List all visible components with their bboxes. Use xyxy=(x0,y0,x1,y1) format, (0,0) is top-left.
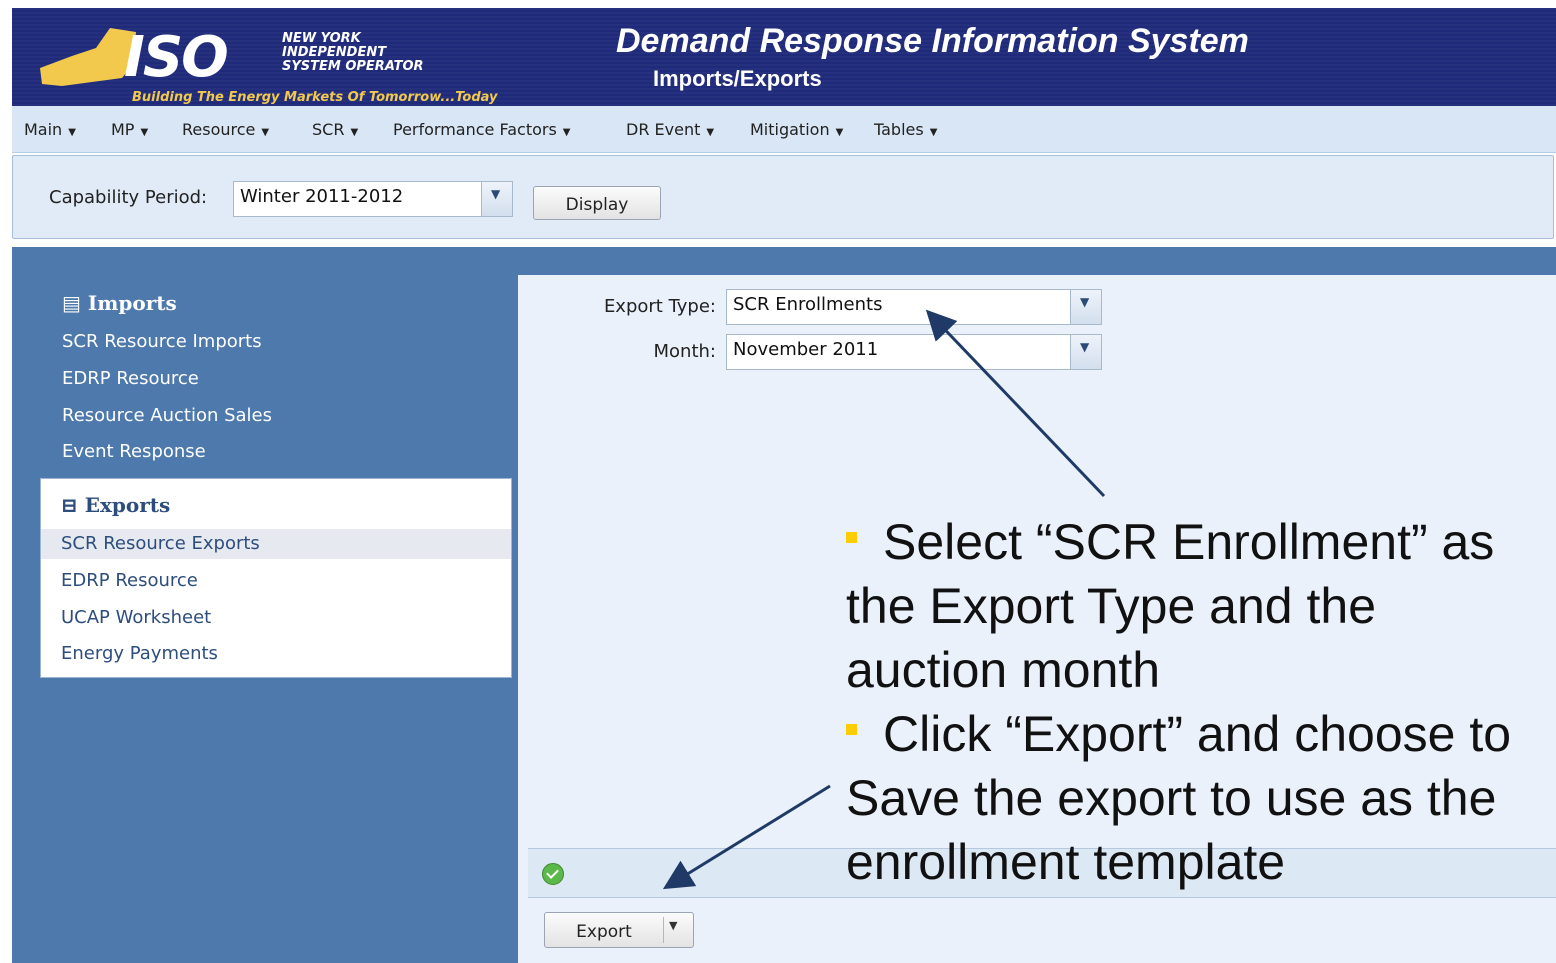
callout-bullet-2: Click “Export” and choose to Save the ex… xyxy=(846,702,1546,894)
main-menu-bar: Main ▼ MP ▼ Resource ▼ SCR ▼ Performance Fac… xyxy=(12,106,1556,153)
bullet-square-icon xyxy=(846,532,857,544)
callout-bullet-1: Select “SCR Enrollment” as the Export Ty… xyxy=(846,510,1546,702)
chevron-down-icon: ▼ xyxy=(140,127,149,138)
menu-scr-label: SCR xyxy=(312,120,345,139)
menu-mp-label: MP xyxy=(111,120,135,139)
menu-performance-factors-label: Performance Factors xyxy=(393,120,557,139)
month-label: Month: xyxy=(653,341,716,362)
capability-period-select[interactable]: Winter 2011-2012 ▼ xyxy=(233,181,513,217)
chevron-down-icon: ▼ xyxy=(491,187,501,201)
chevron-down-icon: ▼ xyxy=(706,127,715,138)
export-type-select[interactable]: SCR Enrollments ▼ xyxy=(726,289,1102,325)
menu-dr-event-label: DR Event xyxy=(626,120,701,139)
chevron-down-icon: ▼ xyxy=(350,127,359,138)
menu-main[interactable]: Main ▼ xyxy=(24,120,76,139)
app-header: ISO NEW YORK INDEPENDENT SYSTEM OPERATOR… xyxy=(12,8,1556,106)
month-select[interactable]: November 2011 ▼ xyxy=(726,334,1102,370)
app-title: Demand Response Information System xyxy=(616,22,1249,60)
exports-heading[interactable]: ⊟ Exports xyxy=(61,493,170,517)
bullet-square-icon xyxy=(846,724,857,736)
logo-tagline: Building The Energy Markets Of Tomorrow.… xyxy=(132,90,498,105)
success-check-icon xyxy=(542,863,564,885)
logo-org-line1: NEW YORK xyxy=(282,31,361,46)
nav-item-resource-auction-sales[interactable]: Resource Auction Sales xyxy=(62,405,272,426)
exports-heading-label: Exports xyxy=(84,493,171,517)
nav-item-ucap-worksheet[interactable]: UCAP Worksheet xyxy=(61,607,211,628)
page-title: Imports/Exports xyxy=(653,66,822,91)
imports-heading[interactable]: ▤ Imports xyxy=(62,291,177,315)
imports-heading-label: Imports xyxy=(87,291,177,315)
capability-period-bar: Capability Period: Winter 2011-2012 ▼ Di… xyxy=(12,155,1554,239)
callout-bullet-2-text: Click “Export” and choose to Save the ex… xyxy=(846,706,1512,890)
chevron-down-icon[interactable]: ▼ xyxy=(669,919,677,932)
export-type-label: Export Type: xyxy=(603,296,716,317)
dropdown-button[interactable]: ▼ xyxy=(1070,290,1101,324)
logo-iso-text: ISO xyxy=(124,25,229,90)
menu-mitigation[interactable]: Mitigation ▼ xyxy=(750,120,843,139)
menu-performance-factors[interactable]: Performance Factors ▼ xyxy=(393,120,571,139)
logo-org-line2: INDEPENDENT xyxy=(282,45,387,60)
capability-period-value: Winter 2011-2012 xyxy=(240,186,404,207)
display-button[interactable]: Display xyxy=(533,186,661,220)
logo-org-name: NEW YORK INDEPENDENT SYSTEM OPERATOR xyxy=(282,32,424,74)
nav-item-scr-resource-exports[interactable]: SCR Resource Exports xyxy=(61,533,260,554)
nav-item-edrp-resource-import[interactable]: EDRP Resource xyxy=(62,368,199,389)
nav-item-edrp-resource-export[interactable]: EDRP Resource xyxy=(61,570,198,591)
chevron-down-icon: ▼ xyxy=(1080,295,1090,309)
menu-mp[interactable]: MP ▼ xyxy=(111,120,148,139)
menu-tables-label: Tables xyxy=(874,120,924,139)
chevron-down-icon: ▼ xyxy=(1080,340,1090,354)
content-header-strip xyxy=(518,247,1556,275)
menu-mitigation-label: Mitigation xyxy=(750,120,830,139)
menu-dr-event[interactable]: DR Event ▼ xyxy=(626,120,714,139)
capability-period-label: Capability Period: xyxy=(49,187,208,208)
collapse-icon: ⊟ xyxy=(61,493,85,517)
logo-org-line3: SYSTEM OPERATOR xyxy=(282,59,424,74)
chevron-down-icon: ▼ xyxy=(68,127,76,138)
dropdown-button[interactable]: ▼ xyxy=(1070,335,1101,369)
nav-item-energy-payments[interactable]: Energy Payments xyxy=(61,643,218,664)
menu-tables[interactable]: Tables ▼ xyxy=(874,120,937,139)
chevron-down-icon: ▼ xyxy=(562,127,571,138)
menu-resource-label: Resource xyxy=(182,120,256,139)
menu-scr[interactable]: SCR ▼ xyxy=(312,120,358,139)
chevron-down-icon: ▼ xyxy=(261,127,270,138)
month-value: November 2011 xyxy=(733,339,879,360)
export-type-value: SCR Enrollments xyxy=(733,294,883,315)
chevron-down-icon: ▼ xyxy=(835,127,844,138)
callout-bullet-1-text: Select “SCR Enrollment” as the Export Ty… xyxy=(846,514,1495,698)
nav-item-event-response[interactable]: Event Response xyxy=(62,441,206,462)
menu-resource[interactable]: Resource ▼ xyxy=(182,120,269,139)
nav-item-scr-resource-imports[interactable]: SCR Resource Imports xyxy=(62,331,262,352)
nyiso-logo: ISO NEW YORK INDEPENDENT SYSTEM OPERATOR… xyxy=(32,26,592,106)
export-split-button[interactable]: Export ▼ xyxy=(544,912,694,948)
collapse-icon: ▤ xyxy=(62,291,88,315)
menu-main-label: Main xyxy=(24,120,63,139)
exports-section: ⊟ Exports SCR Resource Exports EDRP Reso… xyxy=(40,478,512,678)
instruction-callout: Select “SCR Enrollment” as the Export Ty… xyxy=(846,510,1546,894)
export-button[interactable]: Export xyxy=(545,913,663,947)
dropdown-button[interactable]: ▼ xyxy=(481,182,512,216)
chevron-down-icon: ▼ xyxy=(929,127,938,138)
split-divider xyxy=(663,917,664,943)
